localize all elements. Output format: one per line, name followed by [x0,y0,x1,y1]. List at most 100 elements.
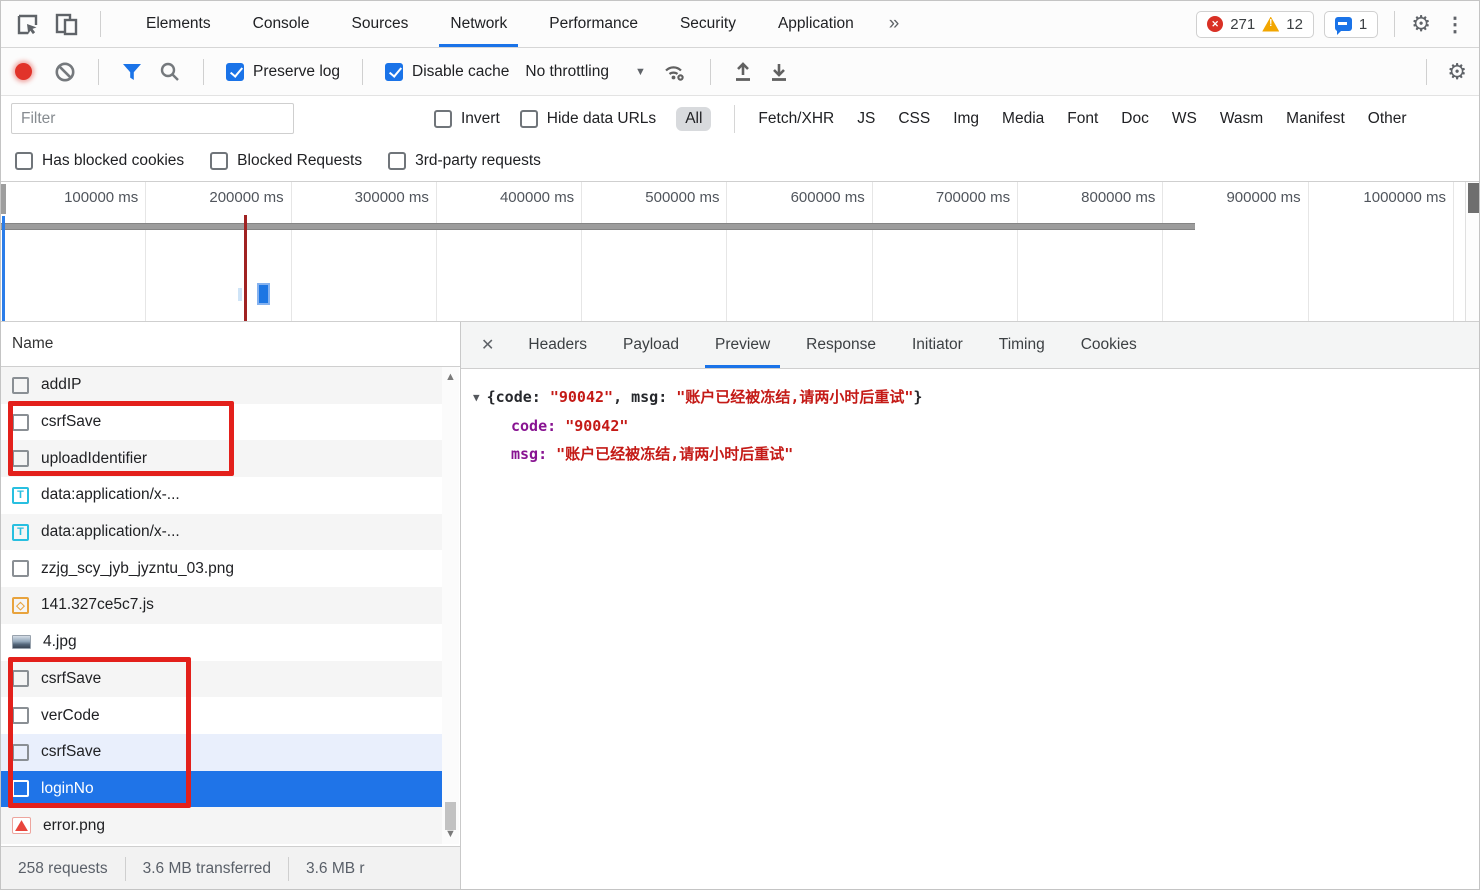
settings-gear-icon[interactable]: ⚙ [1411,13,1431,35]
search-icon[interactable] [159,61,181,83]
network-toolbar: Preserve log Disable cache No throttling… [1,48,1479,96]
main-tabs: Elements Console Sources Network Perform… [125,1,913,47]
details-tab-bar: ✕ Headers Payload Preview Response Initi… [461,322,1479,369]
timeline-grid: 100000 ms 200000 ms 300000 ms 400000 ms … [1,182,1454,321]
network-overview-timeline[interactable]: 100000 ms 200000 ms 300000 ms 400000 ms … [1,182,1479,322]
json-preview: ▼ {code: "90042", msg: "账户已经被冻结,请两小时后重试"}… [461,369,1479,468]
plain-request-icon [12,450,29,468]
invert-checkbox[interactable]: Invert [434,109,500,128]
type-filter-ws[interactable]: WS [1172,110,1197,128]
request-name: csrfSave [41,743,102,761]
request-row[interactable]: verCode [1,697,442,734]
device-toolbar-icon[interactable] [54,12,80,37]
scroll-up-icon[interactable]: ▲ [442,371,459,383]
tab-console[interactable]: Console [232,1,331,47]
request-row[interactable]: zzjg_scy_jyb_jyzntu_03.png [1,550,442,587]
tab-application[interactable]: Application [757,1,875,47]
type-filter-manifest[interactable]: Manifest [1286,110,1345,128]
json-value: "90042" [549,388,614,406]
json-value: "90042" [565,417,629,435]
errors-warnings-badge[interactable]: 271 12 [1196,10,1314,38]
scrollbar-thumb[interactable] [445,802,456,830]
throttling-select[interactable]: No throttling ▼ [525,63,645,81]
type-filter-font[interactable]: Font [1067,110,1098,128]
tab-timing[interactable]: Timing [981,322,1063,368]
type-filter-media[interactable]: Media [1002,110,1044,128]
request-name: error.png [43,816,106,834]
type-filter-js[interactable]: JS [857,110,875,128]
export-har-icon[interactable] [769,61,789,83]
close-details-icon[interactable]: ✕ [461,335,510,355]
filter-input[interactable] [11,103,294,134]
request-row[interactable]: T data:application/x-... [1,513,442,551]
has-blocked-cookies-checkbox[interactable]: Has blocked cookies [15,152,184,170]
tab-cookies[interactable]: Cookies [1063,322,1155,368]
record-button[interactable] [15,63,32,80]
tab-elements[interactable]: Elements [125,1,232,47]
tab-performance[interactable]: Performance [528,1,659,47]
disable-cache-checkbox[interactable]: Disable cache [385,62,509,81]
has-blocked-cookies-label: Has blocked cookies [42,152,185,169]
warning-icon [1262,16,1280,32]
request-row[interactable]: T data:application/x-... [1,477,442,514]
network-summary-bar: 258 requests 3.6 MB transferred 3.6 MB r [1,846,460,889]
name-column-header[interactable]: Name [1,322,461,367]
blocked-requests-checkbox[interactable]: Blocked Requests [210,152,362,170]
request-row[interactable]: ◇ 141.327ce5c7.js [1,587,442,624]
type-filter-other[interactable]: Other [1368,110,1407,128]
inspect-element-icon[interactable] [15,12,40,37]
type-filter-css[interactable]: CSS [898,110,930,128]
hide-data-urls-checkbox[interactable]: Hide data URLs [519,109,656,128]
request-row[interactable]: csrfSave [1,733,442,771]
request-name: 4.jpg [43,633,77,651]
json-open-brace: { [486,388,496,406]
network-settings-gear-icon[interactable]: ⚙ [1447,60,1467,83]
disclosure-triangle-icon[interactable]: ▼ [473,391,480,404]
error-count: 271 [1230,15,1256,33]
third-party-requests-checkbox[interactable]: 3rd-party requests [388,152,541,170]
request-row[interactable]: 4.jpg [1,624,442,661]
json-separator: , [613,388,632,406]
tab-network[interactable]: Network [429,1,528,47]
request-row-selected[interactable]: loginNo [1,770,442,808]
warning-count: 12 [1286,15,1303,33]
json-entry-line: msg: "账户已经被冻结,请两小时后重试" [473,440,1479,468]
json-key: msg: [511,445,557,463]
request-waterfall-bar[interactable] [257,283,270,305]
plain-request-icon [12,707,29,725]
filter-icon[interactable] [121,62,143,82]
tab-payload[interactable]: Payload [605,322,697,368]
network-conditions-icon[interactable] [662,61,688,83]
json-summary-line: ▼ {code: "90042", msg: "账户已经被冻结,请两小时后重试"} [473,383,1479,412]
timeline-scrubber-bar[interactable] [1,223,1195,230]
menu-kebab-icon[interactable]: ⋮ [1441,12,1469,37]
type-filter-all[interactable]: All [676,106,712,131]
type-filter-img[interactable]: Img [953,110,979,128]
type-filter-fetch-xhr[interactable]: Fetch/XHR [758,110,834,128]
tab-response[interactable]: Response [788,322,894,368]
request-row[interactable]: uploadIdentifier [1,440,442,478]
type-filter-doc[interactable]: Doc [1121,110,1149,128]
checkbox-checked-icon [385,62,404,81]
clear-icon[interactable] [54,61,76,83]
import-har-icon[interactable] [733,61,753,83]
issues-badge[interactable]: 1 [1323,10,1379,38]
type-filter-wasm[interactable]: Wasm [1220,110,1263,128]
tab-sources[interactable]: Sources [331,1,430,47]
request-row[interactable]: csrfSave [1,660,442,698]
scroll-down-icon[interactable]: ▼ [442,828,459,840]
divider [709,58,711,85]
request-row[interactable]: csrfSave [1,404,442,441]
request-row[interactable]: error.png [1,807,442,844]
scrollbar-thumb[interactable] [1468,183,1479,213]
preserve-log-checkbox[interactable]: Preserve log [226,62,340,81]
tab-headers[interactable]: Headers [510,322,605,368]
tab-preview[interactable]: Preview [697,322,788,368]
request-list-scrollbar[interactable]: ▲ ▼ [442,367,459,844]
tab-initiator[interactable]: Initiator [894,322,981,368]
tab-security[interactable]: Security [659,1,757,47]
more-tabs-chevron-icon[interactable]: » [875,13,914,35]
request-list: addIP csrfSave uploadIdentifier T data:a… [1,367,442,844]
request-row[interactable]: addIP [1,367,442,404]
timeline-scrollbar[interactable] [1465,182,1479,321]
